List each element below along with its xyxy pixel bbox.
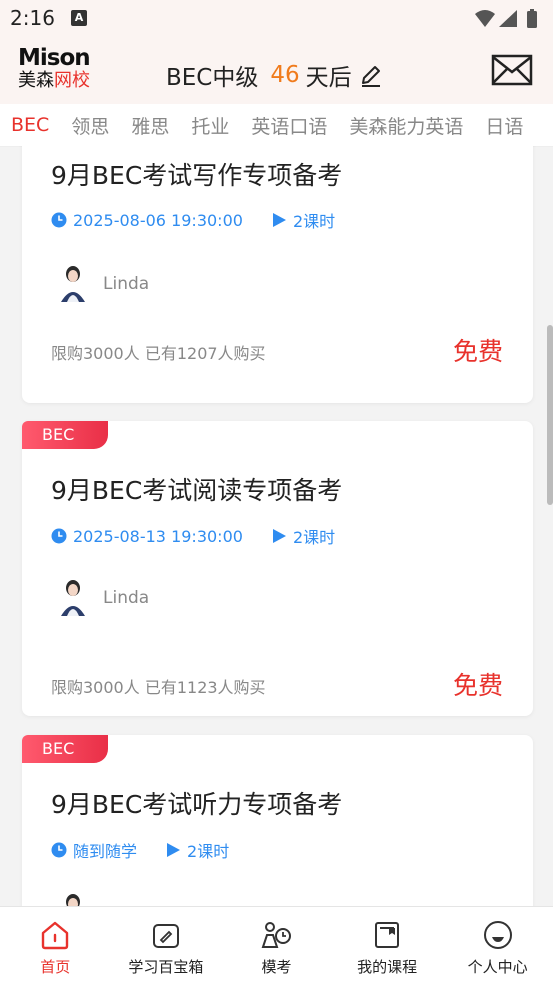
logo-bottom: 美森网校 — [18, 70, 108, 92]
bottom-nav: 首页 学习百宝箱 模考 我的课程 个人中心 — [0, 906, 553, 985]
battery-icon — [527, 11, 537, 28]
purchase-count: 已有1207人购买 — [144, 344, 266, 363]
tab-linguaskill[interactable]: 领思 — [60, 112, 120, 139]
course-meta: 2025-08-13 19:30:00 2课时 — [51, 524, 335, 548]
nav-label: 学习百宝箱 — [128, 958, 204, 976]
course-card[interactable]: BEC 9月BEC考试听力专项备考 随到随学 2课时 — [22, 735, 533, 906]
clock-icon — [51, 528, 67, 544]
logo-bottom-black: 美森 — [18, 70, 54, 91]
clock-icon — [51, 842, 67, 858]
teacher-info — [51, 890, 95, 906]
days-count: 46 — [270, 62, 300, 88]
nav-label: 模考 — [261, 958, 292, 976]
course-card[interactable]: BEC 9月BEC考试阅读专项备考 2025-08-13 19:30:00 2课… — [22, 421, 533, 716]
teacher-avatar — [51, 890, 95, 906]
purchase-info: 限购3000人 已有1207人购买 — [51, 340, 266, 364]
play-icon — [272, 213, 286, 227]
home-icon — [42, 921, 69, 950]
notification-icon: A — [71, 10, 87, 26]
course-duration: 2课时 — [292, 212, 336, 231]
scrollbar[interactable] — [547, 325, 553, 505]
edit-icon[interactable] — [358, 62, 384, 88]
category-badge: BEC — [22, 735, 108, 763]
teacher-info: Linda — [51, 262, 149, 306]
purchase-limit: 限购3000人 — [51, 678, 140, 697]
play-icon — [167, 843, 181, 857]
course-time: 随到随学 — [73, 842, 138, 861]
signal-icon — [499, 10, 517, 27]
toolbox-icon — [152, 924, 179, 948]
tab-spoken-english[interactable]: 英语口语 — [240, 112, 338, 139]
course-duration: 2课时 — [187, 842, 230, 861]
course-title: 9月BEC考试听力专项备考 — [51, 790, 343, 819]
my-courses-icon — [375, 922, 400, 948]
course-duration: 2课时 — [292, 528, 336, 547]
nav-label: 个人中心 — [467, 958, 528, 976]
teacher-name: Linda — [103, 588, 150, 608]
nav-toolbox[interactable]: 学习百宝箱 — [111, 907, 222, 985]
tab-bec[interactable]: BEC — [0, 114, 60, 136]
tab-japanese[interactable]: 日语 — [474, 112, 534, 139]
category-badge: BEC — [22, 421, 108, 449]
course-price: 免费 — [452, 671, 503, 700]
purchase-limit: 限购3000人 — [51, 344, 140, 363]
tab-toeic[interactable]: 托业 — [180, 112, 240, 139]
course-list[interactable]: 9月BEC考试写作专项备考 2025-08-06 19:30:00 2课时 Li… — [0, 146, 553, 906]
course-title: 9月BEC考试阅读专项备考 — [51, 476, 343, 505]
teacher-info: Linda — [51, 576, 149, 620]
status-time: 2:16 — [10, 6, 55, 30]
course-time: 2025-08-13 19:30:00 — [73, 526, 243, 546]
nav-profile[interactable]: 个人中心 — [442, 907, 553, 985]
tab-mison-ability-english[interactable]: 美森能力英语 — [338, 112, 474, 139]
course-card[interactable]: 9月BEC考试写作专项备考 2025-08-06 19:30:00 2课时 Li… — [22, 146, 533, 403]
logo-top: Mison — [18, 45, 91, 71]
nav-my-courses[interactable]: 我的课程 — [332, 907, 443, 985]
course-title: 9月BEC考试写作专项备考 — [51, 161, 343, 190]
nav-mock-exam[interactable]: 模考 — [221, 907, 332, 985]
exam-countdown[interactable]: BEC中级 46 天后 — [166, 58, 384, 92]
course-price: 免费 — [452, 337, 503, 366]
clock-icon — [51, 212, 67, 228]
purchase-info: 限购3000人 已有1123人购买 — [51, 674, 266, 698]
status-bar: 2:16 A — [0, 0, 553, 36]
mison-logo[interactable]: Mison 美森网校 — [18, 46, 108, 96]
app-header: Mison 美森网校 BEC中级 46 天后 — [0, 36, 553, 104]
logo-bottom-red: 网校 — [54, 70, 90, 91]
purchase-count: 已有1123人购买 — [144, 678, 266, 697]
course-time: 2025-08-06 19:30:00 — [73, 210, 243, 230]
teacher-name: Linda — [103, 274, 150, 294]
exam-name: BEC中级 — [166, 65, 259, 91]
status-icons — [475, 9, 537, 28]
days-suffix: 天后 — [305, 65, 352, 91]
category-tabs: BEC 领思 雅思 托业 英语口语 美森能力英语 日语 — [0, 104, 553, 147]
teacher-avatar — [51, 576, 95, 620]
play-icon — [272, 529, 286, 543]
nav-label: 我的课程 — [357, 958, 418, 976]
profile-icon — [483, 921, 512, 949]
tab-ielts[interactable]: 雅思 — [120, 112, 180, 139]
mock-exam-icon — [262, 922, 292, 948]
nav-label: 首页 — [40, 958, 71, 976]
wifi-icon — [475, 10, 495, 27]
mail-icon[interactable] — [491, 54, 533, 86]
course-meta: 2025-08-06 19:30:00 2课时 — [51, 208, 335, 232]
course-meta: 随到随学 2课时 — [51, 838, 229, 862]
nav-home[interactable]: 首页 — [0, 907, 111, 985]
teacher-avatar — [51, 262, 95, 306]
